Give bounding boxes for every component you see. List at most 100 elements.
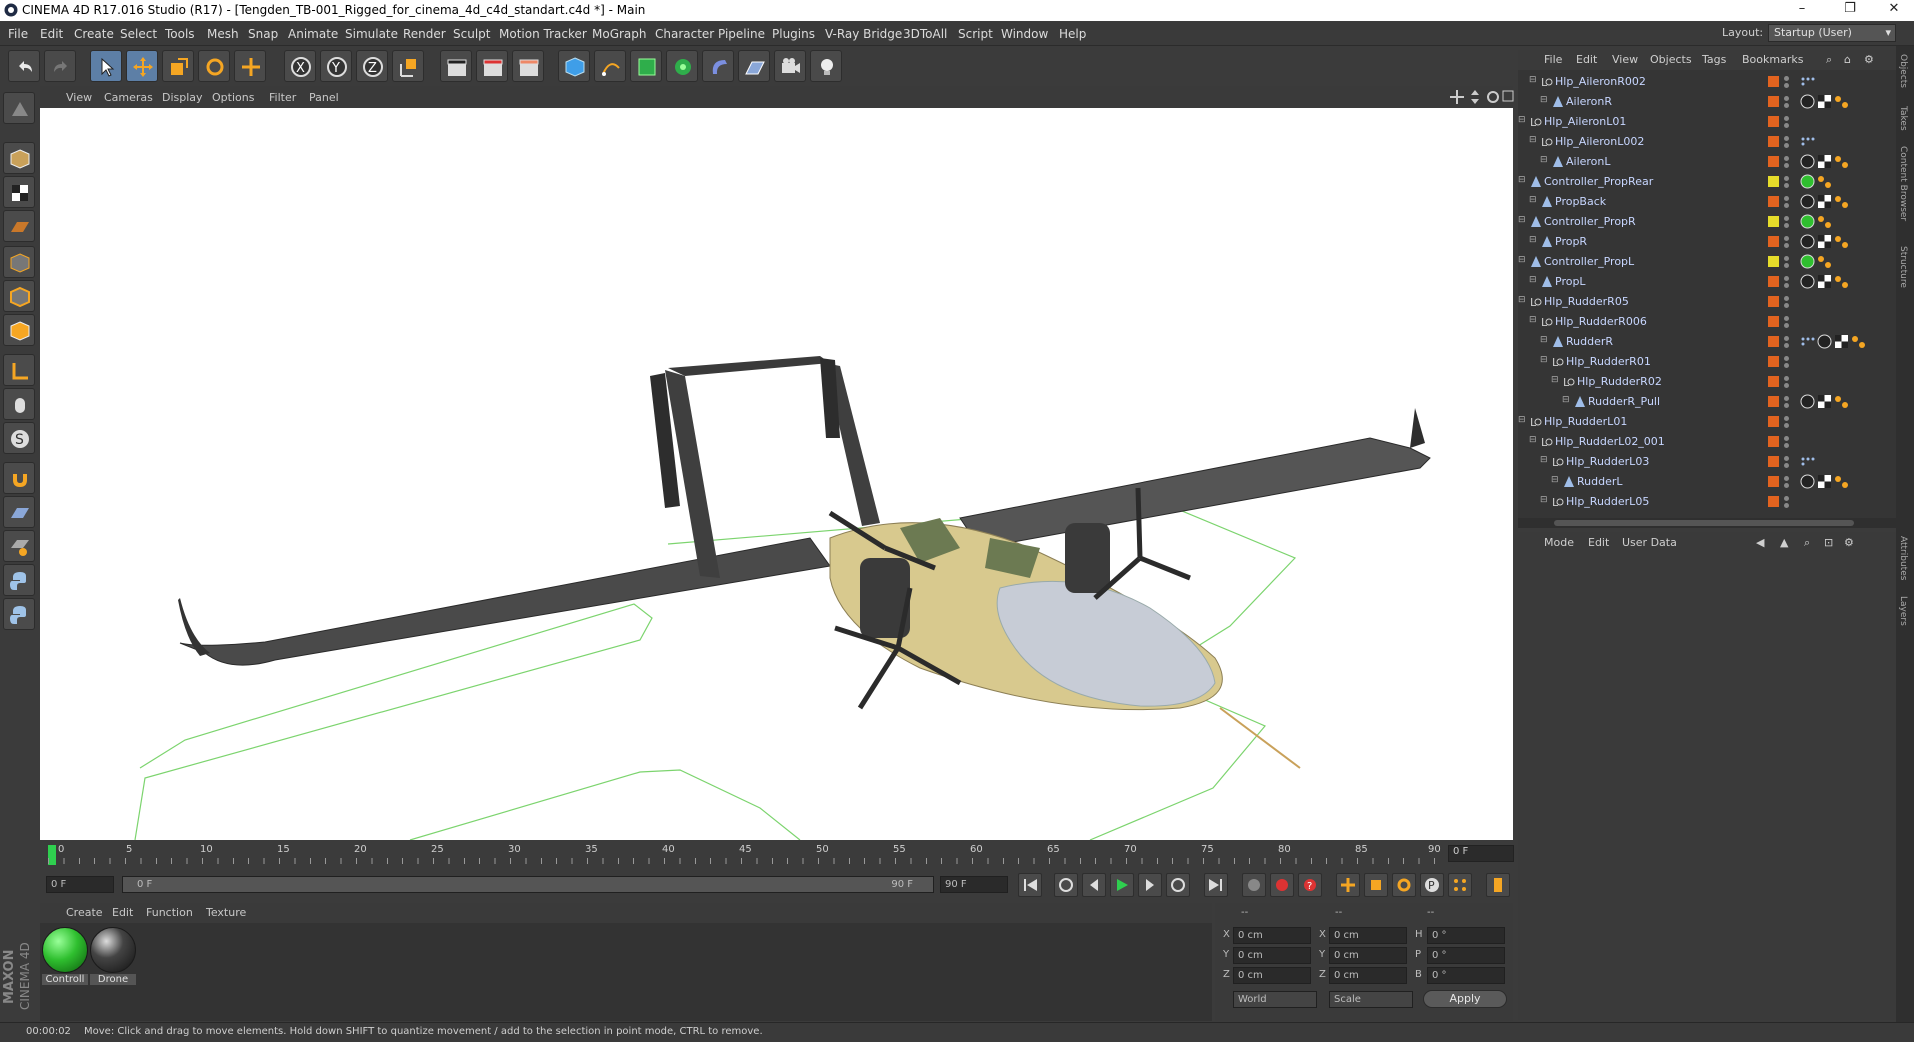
uvw-tag-icon[interactable]: [1834, 334, 1849, 349]
object-row[interactable]: ⊟ L Hlp_RudderL03: [1518, 452, 1896, 472]
scale-dropdown[interactable]: Scale: [1329, 991, 1413, 1008]
menu-create[interactable]: Create: [74, 27, 114, 41]
menu-render[interactable]: Render: [403, 27, 446, 41]
object-row[interactable]: ⊟ L Hlp_RudderL01: [1518, 412, 1896, 432]
layer-color-swatch[interactable]: [1768, 356, 1779, 367]
close-button[interactable]: ✕: [1874, 1, 1914, 19]
object-row[interactable]: ⊟ L Hlp_RudderR02: [1518, 372, 1896, 392]
model-mode-button[interactable]: [3, 142, 35, 174]
menu-simulate[interactable]: Simulate: [345, 27, 398, 41]
menu-motion-tracker[interactable]: Motion Tracker: [499, 27, 587, 41]
material-menu-edit[interactable]: Edit: [112, 906, 133, 919]
material-tag-icon[interactable]: [1800, 474, 1815, 489]
menu-window[interactable]: Window: [1001, 27, 1048, 41]
layer-color-swatch[interactable]: [1768, 256, 1779, 267]
tab-attributes[interactable]: Attributes: [1898, 536, 1908, 580]
texture-mode-button[interactable]: [3, 176, 35, 208]
visibility-dots-icon[interactable]: [1784, 395, 1790, 409]
add-generator-button[interactable]: [630, 50, 662, 82]
expand-toggle-icon[interactable]: ⊟: [1529, 75, 1537, 85]
visibility-dots-icon[interactable]: [1784, 455, 1790, 469]
z-axis-button[interactable]: Z: [356, 50, 388, 82]
edit-render-settings-button[interactable]: [512, 50, 544, 82]
dotted-tag-icon[interactable]: [1800, 134, 1815, 149]
expand-toggle-icon[interactable]: ⊟: [1529, 235, 1537, 245]
menu-pipeline[interactable]: Pipeline: [718, 27, 765, 41]
visibility-dots-icon[interactable]: [1784, 235, 1790, 249]
menu-file[interactable]: File: [8, 27, 28, 41]
record-keys-button[interactable]: [1242, 873, 1266, 897]
scale-tool-button[interactable]: [162, 50, 194, 82]
visibility-dots-icon[interactable]: [1784, 375, 1790, 389]
expand-toggle-icon[interactable]: ⊟: [1540, 455, 1548, 465]
render-view-button[interactable]: [440, 50, 472, 82]
material-controll[interactable]: Controll: [42, 927, 88, 985]
add-cube-button[interactable]: [558, 50, 590, 82]
expand-toggle-icon[interactable]: ⊟: [1551, 475, 1559, 485]
menu-help[interactable]: Help: [1059, 27, 1086, 41]
controller-material-tag-icon[interactable]: [1800, 254, 1815, 269]
om-menu-tags[interactable]: Tags: [1702, 53, 1726, 66]
constraint-tag-icon[interactable]: [1817, 254, 1832, 269]
menu-character[interactable]: Character: [655, 27, 714, 41]
apply-button[interactable]: Apply: [1423, 990, 1507, 1008]
visibility-dots-icon[interactable]: [1784, 295, 1790, 309]
object-tree-horizontal-scrollbar[interactable]: [1518, 518, 1896, 528]
tab-structure[interactable]: Structure: [1898, 246, 1908, 288]
constraint-tag-icon[interactable]: [1834, 394, 1849, 409]
maximize-button[interactable]: ❐: [1830, 1, 1870, 19]
layer-color-swatch[interactable]: [1768, 116, 1779, 127]
layer-color-swatch[interactable]: [1768, 456, 1779, 467]
layer-color-swatch[interactable]: [1768, 316, 1779, 327]
layout-dropdown[interactable]: Startup (User) ▾: [1768, 24, 1896, 42]
constraint-tag-icon[interactable]: [1834, 474, 1849, 489]
menu-select[interactable]: Select: [120, 27, 157, 41]
enable-axis-button[interactable]: [3, 496, 35, 528]
dotted-tag-icon[interactable]: [1800, 74, 1815, 89]
expand-toggle-icon[interactable]: ⊟: [1518, 255, 1526, 265]
constraint-tag-icon[interactable]: [1817, 214, 1832, 229]
expand-toggle-icon[interactable]: ⊟: [1518, 115, 1526, 125]
menu-tools[interactable]: Tools: [165, 27, 195, 41]
expand-toggle-icon[interactable]: ⊟: [1518, 415, 1526, 425]
make-editable-button[interactable]: [3, 92, 35, 124]
polygons-mode-button[interactable]: [3, 314, 35, 346]
expand-toggle-icon[interactable]: ⊟: [1540, 335, 1548, 345]
size-x-field[interactable]: 0 cm: [1329, 927, 1407, 944]
position-key-button[interactable]: [1336, 873, 1360, 897]
tab-takes[interactable]: Takes: [1898, 106, 1908, 131]
visibility-dots-icon[interactable]: [1784, 435, 1790, 449]
dotted-tag-icon[interactable]: [1800, 334, 1815, 349]
dotted-tag-icon[interactable]: [1800, 454, 1815, 469]
object-row[interactable]: ⊟ RudderR_Pull: [1518, 392, 1896, 412]
constraint-tag-icon[interactable]: [1834, 154, 1849, 169]
material-tag-icon[interactable]: [1800, 194, 1815, 209]
menu-edit[interactable]: Edit: [40, 27, 63, 41]
go-to-start-button[interactable]: [1018, 873, 1042, 897]
timeline-window-button[interactable]: [1486, 873, 1510, 897]
layer-color-swatch[interactable]: [1768, 96, 1779, 107]
material-tag-icon[interactable]: [1800, 234, 1815, 249]
viewport-menu-panel[interactable]: Panel: [309, 91, 339, 104]
parameter-key-button[interactable]: P: [1420, 873, 1444, 897]
y-axis-button[interactable]: Y: [320, 50, 352, 82]
render-to-picture-viewer-button[interactable]: [476, 50, 508, 82]
layer-color-swatch[interactable]: [1768, 416, 1779, 427]
object-row[interactable]: ⊟ L Hlp_RudderL05: [1518, 492, 1896, 512]
pos-y-field[interactable]: 0 cm: [1233, 947, 1311, 964]
axis-mode-button[interactable]: [3, 354, 35, 386]
uvw-tag-icon[interactable]: [1817, 234, 1832, 249]
pan-view-icon[interactable]: [1450, 90, 1464, 104]
scrollbar-thumb[interactable]: [1554, 520, 1854, 526]
solo-mode-button[interactable]: S: [3, 422, 35, 454]
layer-color-swatch[interactable]: [1768, 396, 1779, 407]
live-selection-button[interactable]: [90, 50, 122, 82]
material-tag-icon[interactable]: [1800, 394, 1815, 409]
object-row[interactable]: ⊟ L Hlp_AileronR002: [1518, 72, 1896, 92]
current-frame-field[interactable]: 0 F: [1448, 845, 1514, 862]
menu-vray-bridge[interactable]: V-Ray Bridge: [825, 27, 902, 41]
at-menu-mode[interactable]: Mode: [1544, 536, 1574, 549]
layer-color-swatch[interactable]: [1768, 436, 1779, 447]
object-row[interactable]: ⊟ Controller_PropL: [1518, 252, 1896, 272]
tab-objects[interactable]: Objects: [1898, 54, 1908, 88]
